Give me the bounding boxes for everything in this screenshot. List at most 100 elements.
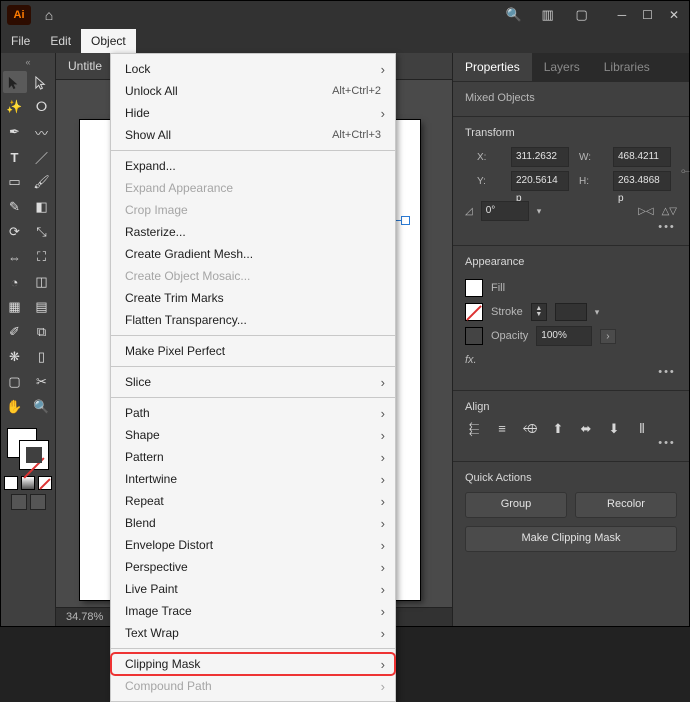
pen-tool[interactable]: ✒ — [3, 121, 27, 143]
color-mode-none[interactable] — [38, 476, 52, 490]
zoom-tool[interactable]: 🔍 — [30, 396, 54, 418]
h-input[interactable]: 263.4868 p — [613, 171, 671, 191]
align-top-icon[interactable]: ⬆ — [549, 421, 567, 437]
menu-item-show-all[interactable]: Show AllAlt+Ctrl+3 — [111, 124, 395, 146]
fill-color-swatch[interactable] — [465, 279, 483, 297]
menu-item-text-wrap[interactable]: Text Wrap — [111, 622, 395, 644]
menu-file[interactable]: File — [1, 29, 40, 53]
align-bottom-icon[interactable]: ⬇ — [605, 421, 623, 437]
appearance-more-icon[interactable]: ••• — [657, 366, 677, 378]
shaper-tool[interactable]: ✎ — [3, 196, 27, 218]
flip-v-icon[interactable]: △▽ — [662, 206, 677, 217]
menu-item-flatten-transparency[interactable]: Flatten Transparency... — [111, 309, 395, 331]
close-button[interactable]: ✕ — [669, 8, 685, 22]
free-transform-tool[interactable]: ⛶ — [30, 246, 54, 268]
menu-item-image-trace[interactable]: Image Trace — [111, 600, 395, 622]
align-more-icon[interactable]: ••• — [657, 437, 677, 449]
blend-tool[interactable]: ⧉ — [30, 321, 54, 343]
hand-tool[interactable]: ✋ — [3, 396, 27, 418]
menu-item-live-paint[interactable]: Live Paint — [111, 578, 395, 600]
recolor-button[interactable]: Recolor — [575, 492, 677, 518]
fx-button[interactable]: fx. — [465, 354, 677, 366]
tab-properties[interactable]: Properties — [453, 53, 532, 81]
align-left-icon[interactable]: ⬱ — [465, 421, 483, 437]
slice-tool[interactable]: ✂ — [30, 371, 54, 393]
perspective-tool[interactable]: ◫ — [30, 271, 54, 293]
mesh-tool[interactable]: ▦ — [3, 296, 27, 318]
menu-item-lock[interactable]: Lock — [111, 58, 395, 80]
arrange-docs-icon[interactable]: ▥ — [540, 7, 556, 23]
menu-item-expand[interactable]: Expand... — [111, 155, 395, 177]
flip-h-icon[interactable]: ▷◁ — [638, 206, 653, 217]
tab-libraries[interactable]: Libraries — [592, 53, 662, 81]
menu-item-perspective[interactable]: Perspective — [111, 556, 395, 578]
align-right-icon[interactable]: ⬲ — [521, 421, 539, 437]
rotate-tool[interactable]: ⟳ — [3, 221, 27, 243]
stroke-weight-stepper[interactable]: ▲▼ — [531, 303, 547, 321]
tab-layers[interactable]: Layers — [532, 53, 592, 81]
search-icon[interactable]: 🔍 — [506, 7, 522, 23]
screen-mode-full[interactable] — [30, 494, 46, 510]
scale-tool[interactable]: ⤡ — [30, 221, 54, 243]
screen-mode-normal[interactable] — [11, 494, 27, 510]
opacity-swatch[interactable] — [465, 327, 483, 345]
line-tool[interactable]: ／ — [30, 146, 54, 168]
group-button[interactable]: Group — [465, 492, 567, 518]
make-clipping-mask-button[interactable]: Make Clipping Mask — [465, 526, 677, 552]
reference-point[interactable] — [465, 149, 467, 173]
color-mode-solid[interactable] — [4, 476, 18, 490]
eyedropper-tool[interactable]: ✐ — [3, 321, 27, 343]
rotate-input[interactable]: 0° — [481, 201, 529, 221]
shape-builder-tool[interactable]: ◔ — [3, 271, 27, 293]
magic-wand-tool[interactable]: ✨ — [3, 96, 27, 118]
menu-item-clipping-mask[interactable]: Clipping Mask — [111, 653, 395, 675]
curvature-tool[interactable]: 〰 — [30, 121, 54, 143]
menu-item-create-gradient-mesh[interactable]: Create Gradient Mesh... — [111, 243, 395, 265]
stroke-weight-dropdown-icon[interactable]: ▾ — [595, 307, 600, 318]
align-vcenter-icon[interactable]: ⬌ — [577, 421, 595, 437]
y-input[interactable]: 220.5614 p — [511, 171, 569, 191]
artboard-tool[interactable]: ▢ — [3, 371, 27, 393]
selection-tool[interactable] — [3, 71, 27, 93]
menu-item-envelope-distort[interactable]: Envelope Distort — [111, 534, 395, 556]
toolbox-grip[interactable]: « — [1, 57, 55, 67]
minimize-button[interactable]: ─ — [618, 8, 633, 22]
w-input[interactable]: 468.4211 p — [613, 147, 671, 167]
menu-item-shape[interactable]: Shape — [111, 424, 395, 446]
stroke-weight-input[interactable] — [555, 303, 587, 321]
symbol-sprayer-tool[interactable]: ❋ — [3, 346, 27, 368]
stroke-swatch[interactable] — [19, 440, 49, 470]
paintbrush-tool[interactable]: 🖌 — [30, 171, 54, 193]
opacity-input[interactable]: 100% — [536, 326, 592, 346]
graph-tool[interactable]: ▯ — [30, 346, 54, 368]
menu-item-hide[interactable]: Hide — [111, 102, 395, 124]
gradient-tool[interactable]: ▤ — [30, 296, 54, 318]
link-wh-icon[interactable]: ⟜ — [681, 165, 690, 178]
maximize-button[interactable]: ☐ — [642, 8, 659, 22]
menu-item-intertwine[interactable]: Intertwine — [111, 468, 395, 490]
home-icon[interactable]: ⌂ — [37, 7, 61, 23]
opacity-more-icon[interactable]: › — [600, 329, 615, 344]
color-mode-gradient[interactable] — [21, 476, 35, 490]
x-input[interactable]: 311.2632 p — [511, 147, 569, 167]
menu-item-create-trim-marks[interactable]: Create Trim Marks — [111, 287, 395, 309]
stroke-color-swatch[interactable] — [465, 303, 483, 321]
rotate-dropdown-icon[interactable]: ▾ — [537, 206, 542, 217]
menu-item-repeat[interactable]: Repeat — [111, 490, 395, 512]
menu-item-blend[interactable]: Blend — [111, 512, 395, 534]
menu-item-path[interactable]: Path — [111, 402, 395, 424]
lasso-tool[interactable]: ⵔ — [30, 96, 54, 118]
rectangle-tool[interactable]: ▭ — [3, 171, 27, 193]
direct-selection-tool[interactable] — [30, 71, 54, 93]
workspace-switcher-icon[interactable]: ▢ — [574, 7, 590, 23]
menu-item-slice[interactable]: Slice — [111, 371, 395, 393]
distribute-icon[interactable]: ⫴ — [633, 421, 651, 437]
type-tool[interactable]: T — [3, 146, 27, 168]
eraser-tool[interactable]: ◧ — [30, 196, 54, 218]
menu-item-unlock-all[interactable]: Unlock AllAlt+Ctrl+2 — [111, 80, 395, 102]
fill-stroke-swatch[interactable] — [7, 428, 49, 470]
align-hcenter-icon[interactable]: ≡ — [493, 421, 511, 437]
menu-item-make-pixel-perfect[interactable]: Make Pixel Perfect — [111, 340, 395, 362]
menu-item-pattern[interactable]: Pattern — [111, 446, 395, 468]
width-tool[interactable]: ⇔ — [3, 246, 27, 268]
